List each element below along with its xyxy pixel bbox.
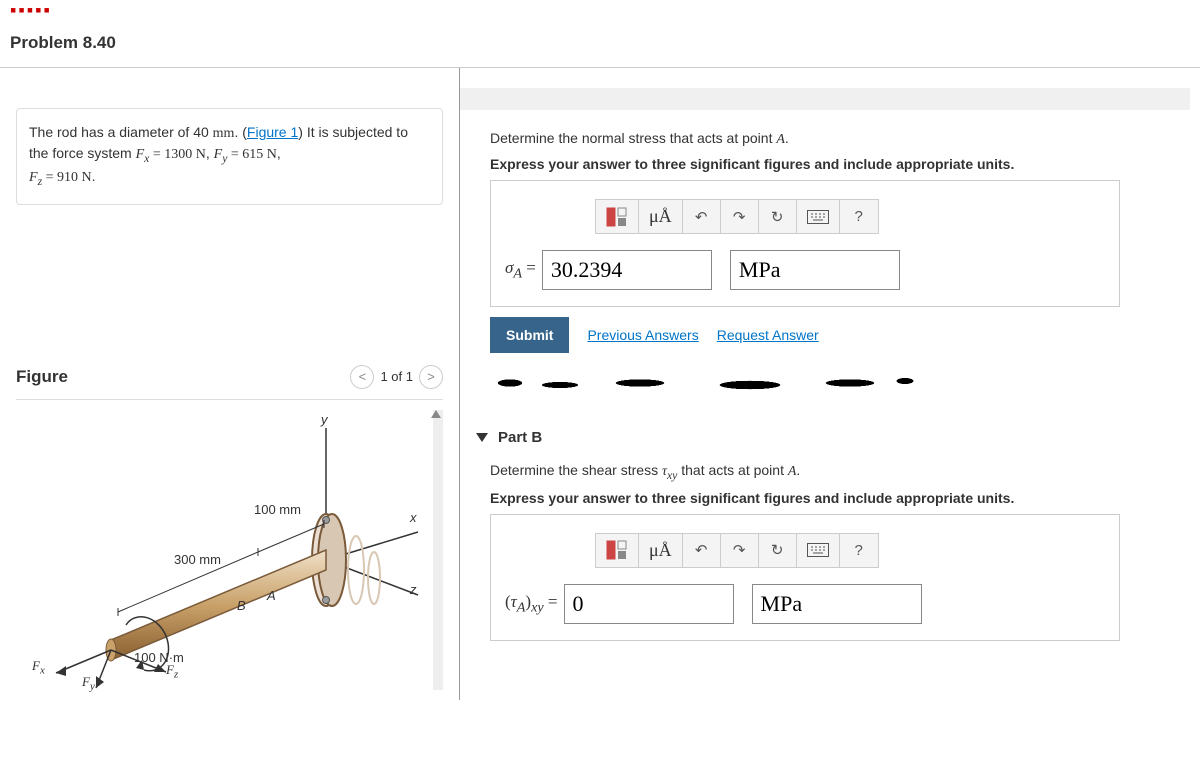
point-A-label: A xyxy=(267,588,276,603)
eq-val: = 615 N xyxy=(227,147,277,162)
axis-y-label: y xyxy=(321,412,328,427)
force-Fx-label: Fx xyxy=(32,658,45,677)
rod-diagram xyxy=(26,420,436,690)
partA-prompt: Determine the normal stress that acts at… xyxy=(490,130,1190,148)
reset-icon[interactable]: ↻ xyxy=(759,534,797,567)
sym-F: F xyxy=(29,170,38,185)
partA-value-input[interactable] xyxy=(542,250,712,290)
sep: , xyxy=(206,145,214,161)
unit-mm: mm xyxy=(213,126,235,141)
problem-statement: The rod has a diameter of 40 mm. (Figure… xyxy=(16,108,443,205)
left-column: The rod has a diameter of 40 mm. (Figure… xyxy=(0,68,460,700)
units-button[interactable]: μÅ xyxy=(639,200,683,233)
force-Fz-label: Fz xyxy=(166,662,178,681)
partB-title: Part B xyxy=(498,429,542,446)
eq-val: = 1300 N xyxy=(149,147,206,162)
point-B-label: B xyxy=(237,598,246,613)
keyboard-icon[interactable] xyxy=(797,200,840,233)
redaction-scribble xyxy=(490,363,920,403)
sym-F: F xyxy=(136,147,145,162)
sym-F: F xyxy=(214,147,223,162)
intro-text: . ( xyxy=(234,124,246,140)
intro-text: The rod has a diameter of 40 xyxy=(29,124,213,140)
scroll-up-icon[interactable] xyxy=(431,410,441,418)
figure-canvas: y x z 100 mm 300 mm A B 100 N·m Fx Fy Fz xyxy=(16,410,443,690)
units-button[interactable]: μÅ xyxy=(639,534,683,567)
dim-100mm: 100 mm xyxy=(254,502,301,517)
previous-answers-link[interactable]: Previous Answers xyxy=(587,327,698,343)
pager-text: 1 of 1 xyxy=(380,369,413,384)
partB-instruction: Express your answer to three significant… xyxy=(490,490,1190,506)
problem-title: Problem 8.40 xyxy=(0,25,1200,68)
partB-lhs: (τA)xy = xyxy=(505,592,558,616)
templates-icon[interactable] xyxy=(596,534,639,567)
caret-down-icon xyxy=(476,433,488,442)
prev-figure-button[interactable]: < xyxy=(350,365,374,389)
sep: , xyxy=(277,145,281,161)
partB-answer-box: μÅ ↶ ↷ ↻ ? (τA)xy = xyxy=(490,514,1120,641)
axis-x-label: x xyxy=(410,510,417,525)
figure-title: Figure xyxy=(16,367,68,387)
period: . xyxy=(92,168,96,184)
undo-icon[interactable]: ↶ xyxy=(683,534,721,567)
partA-unit-input[interactable] xyxy=(730,250,900,290)
next-figure-button[interactable]: > xyxy=(419,365,443,389)
partA-lhs: σA = xyxy=(505,258,536,282)
help-icon[interactable]: ? xyxy=(840,200,878,233)
partB-header[interactable]: Part B xyxy=(476,429,1190,446)
right-column: Determine the normal stress that acts at… xyxy=(460,68,1200,700)
submit-button[interactable]: Submit xyxy=(490,317,569,353)
templates-icon[interactable] xyxy=(596,200,639,233)
partA-answer-box: μÅ ↶ ↷ ↻ ? σA = xyxy=(490,180,1120,307)
answer-toolbar: μÅ ↶ ↷ ↻ ? xyxy=(595,199,879,234)
axis-z-label: z xyxy=(410,582,417,597)
redo-icon[interactable]: ↷ xyxy=(721,534,759,567)
app-dots: ▪▪▪▪▪ xyxy=(0,0,1200,25)
help-icon[interactable]: ? xyxy=(840,534,878,567)
reset-icon[interactable]: ↻ xyxy=(759,200,797,233)
undo-icon[interactable]: ↶ xyxy=(683,200,721,233)
gray-strip xyxy=(460,88,1190,110)
answer-toolbar: μÅ ↶ ↷ ↻ ? xyxy=(595,533,879,568)
request-answer-link[interactable]: Request Answer xyxy=(717,327,819,343)
partB-unit-input[interactable] xyxy=(752,584,922,624)
partB-value-input[interactable] xyxy=(564,584,734,624)
figure-link[interactable]: Figure 1 xyxy=(247,124,298,140)
partB-prompt: Determine the shear stress τxy that acts… xyxy=(490,462,1190,482)
keyboard-icon[interactable] xyxy=(797,534,840,567)
force-Fy-label: Fy xyxy=(82,674,95,693)
figure-pager: < 1 of 1 > xyxy=(350,365,443,389)
partA-instruction: Express your answer to three significant… xyxy=(490,156,1190,172)
eq-val: = 910 N xyxy=(42,170,92,185)
redo-icon[interactable]: ↷ xyxy=(721,200,759,233)
dim-300mm: 300 mm xyxy=(174,552,221,567)
